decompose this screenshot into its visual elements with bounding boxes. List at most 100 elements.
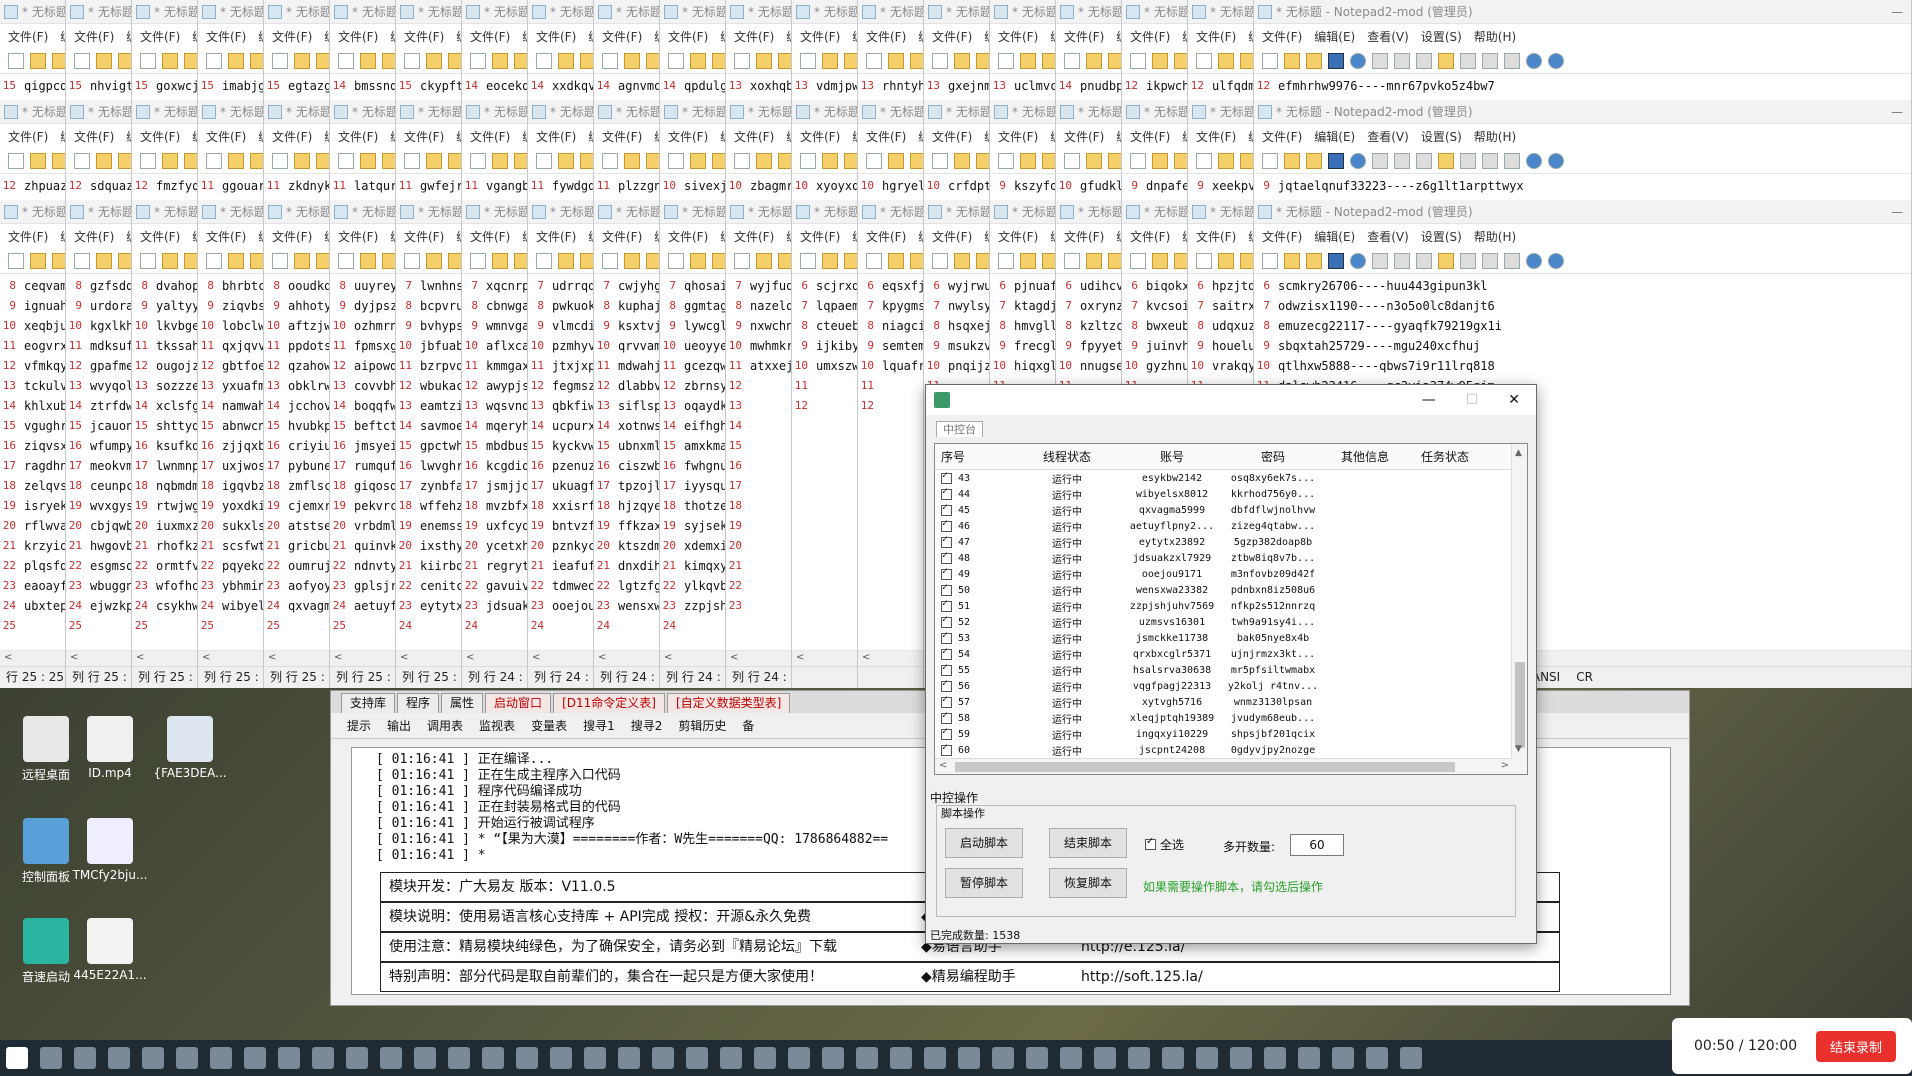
editor-text[interactable]: 14 eocekq — [462, 74, 527, 96]
new-file-icon[interactable] — [998, 252, 1014, 269]
menu-item[interactable]: 编 — [1050, 128, 1055, 145]
menu-item[interactable]: 文件(F) — [338, 228, 378, 245]
editor-text[interactable]: 8 uuyrey 9 dyjpsz 10 ozhmrn 11 fpmsxg 12 aipowd 13… — [330, 274, 395, 636]
editor-text[interactable]: 13 vdmjpw — [792, 74, 857, 96]
window-title[interactable]: * 无标题 — [0, 100, 65, 124]
horizontal-scrollbar[interactable]: < — [858, 650, 923, 666]
open-folder-icon[interactable] — [30, 52, 46, 69]
menu-item[interactable]: 文件(F) — [74, 128, 114, 145]
browse-icon[interactable] — [250, 52, 263, 69]
window-title[interactable]: * 无标题 — [330, 100, 395, 124]
menu-item[interactable]: 文件(F) — [206, 128, 246, 145]
menu-item[interactable]: 查看(V) — [1367, 128, 1409, 145]
notepad-window[interactable]: * 无标题文件(F)编8ooudkq9ahhoty10aftzjw11ppdot… — [264, 200, 330, 688]
menu-item[interactable]: 文件(F) — [140, 28, 180, 45]
new-file-icon[interactable] — [536, 252, 552, 269]
menu-item[interactable]: 文件(F) — [1130, 228, 1170, 245]
editor-text[interactable]: 11 ggouar — [198, 174, 263, 196]
row-checkbox[interactable] — [941, 486, 952, 500]
editor-text[interactable]: 7 qhosai 8 ggmtag 9 lywcgl 10 ueoyye 11 gcezqw 12 z… — [660, 274, 725, 636]
window-title[interactable]: * 无标题 — [198, 0, 263, 24]
menu-item[interactable]: 编 — [588, 128, 593, 145]
wrap-icon[interactable] — [1504, 252, 1520, 269]
browse-icon[interactable] — [1174, 252, 1187, 269]
menu-item[interactable]: 文件(F) — [8, 28, 48, 45]
new-file-icon[interactable] — [470, 52, 486, 69]
taskbar-app-icon[interactable] — [856, 1047, 878, 1069]
new-file-icon[interactable] — [1064, 252, 1080, 269]
browse-icon[interactable] — [514, 252, 527, 269]
open-folder-icon[interactable] — [162, 152, 178, 169]
column-header[interactable]: 密码 — [1221, 448, 1325, 465]
window-title[interactable]: * 无标题 — [792, 0, 857, 24]
scroll-left-icon[interactable]: < — [796, 652, 804, 663]
new-file-icon[interactable] — [404, 52, 420, 69]
ide-tab[interactable]: 支持库 — [341, 693, 396, 713]
open-folder-icon[interactable] — [624, 152, 640, 169]
save-icon[interactable] — [1328, 252, 1344, 269]
menu-item[interactable]: 编 — [324, 228, 329, 245]
menu-item[interactable]: 文件(F) — [1064, 128, 1104, 145]
new-file-icon[interactable] — [1196, 52, 1212, 69]
notepad-window[interactable]: * 无标题文件(F)编6eqsxfj7kpygms8niagci9semtem1… — [858, 200, 924, 688]
menu-item[interactable]: 编 — [60, 228, 65, 245]
menu-item[interactable]: 文件(F) — [74, 28, 114, 45]
new-file-icon[interactable] — [206, 52, 222, 69]
row-checkbox[interactable] — [941, 582, 952, 596]
new-file-icon[interactable] — [734, 152, 750, 169]
window-title[interactable]: * 无标题 — [264, 100, 329, 124]
editor-text[interactable]: 15 nhvigt — [66, 74, 131, 96]
notepad-window[interactable]: * 无标题文件(F)编14agnvmo — [594, 0, 660, 100]
menu-item[interactable]: 编 — [918, 228, 923, 245]
scroll-left-icon[interactable]: < — [400, 652, 408, 663]
taskbar-app-icon[interactable] — [482, 1047, 504, 1069]
menu-item[interactable]: 文件(F) — [602, 28, 642, 45]
ide-toolbar-item[interactable]: 搜寻2 — [631, 717, 663, 734]
scroll-left-icon[interactable]: < — [4, 652, 12, 663]
table-row[interactable]: 59运行中ingqxyi10229shpsjbf201qcix — [935, 726, 1527, 742]
open-folder-icon[interactable] — [426, 252, 442, 269]
taskbar-app-icon[interactable] — [1332, 1047, 1354, 1069]
column-header[interactable]: 其他信息 — [1325, 448, 1405, 465]
notepad-window[interactable]: * 无标题文件(F)编11zkdnyk — [264, 100, 330, 200]
menu-item[interactable]: 编 — [852, 228, 857, 245]
notepad-window[interactable]: * 无标题文件(F)编13rhntyh — [858, 0, 924, 100]
new-file-icon[interactable] — [8, 252, 24, 269]
menu-item[interactable]: 文件(F) — [272, 128, 312, 145]
menu-item[interactable]: 编 — [126, 28, 131, 45]
taskbar-app-icon[interactable] — [74, 1047, 96, 1069]
minimize-icon[interactable]: — — [1891, 5, 1911, 19]
menu-item[interactable]: 文件(F) — [404, 28, 444, 45]
menu-item[interactable]: 文件(F) — [1064, 228, 1104, 245]
menu-item[interactable]: 设置(S) — [1421, 28, 1462, 45]
horizontal-scrollbar[interactable]: < — [330, 650, 395, 666]
open-folder-icon[interactable] — [558, 252, 574, 269]
window-title[interactable]: * 无标题 — [858, 0, 923, 24]
window-title[interactable]: * 无标题 — [726, 100, 791, 124]
editor-text[interactable]: 15 ckypft — [396, 74, 461, 96]
open-folder-icon[interactable] — [96, 152, 112, 169]
notepad-window[interactable]: * 无标题文件(F)编8uuyrey9dyjpsz10ozhmrn11fpmsx… — [330, 200, 396, 688]
taskbar-app-icon[interactable] — [1400, 1047, 1422, 1069]
browse-icon[interactable] — [778, 52, 791, 69]
menu-item[interactable]: 文件(F) — [470, 228, 510, 245]
window-title[interactable]: * 无标题 — [132, 0, 197, 24]
zoom-out-icon[interactable] — [1548, 252, 1564, 269]
open-folder-icon[interactable] — [822, 52, 838, 69]
notepad-window[interactable]: * 无标题文件(F)编11ggouar — [198, 100, 264, 200]
row-checkbox[interactable] — [941, 742, 952, 756]
menu-item[interactable]: 帮助(H) — [1474, 128, 1516, 145]
browse-icon[interactable] — [1108, 252, 1121, 269]
notepad-window[interactable]: * 无标题文件(F)编12ulfqdm — [1188, 0, 1254, 100]
menu-item[interactable]: 编 — [720, 228, 725, 245]
menu-item[interactable]: 文件(F) — [800, 128, 840, 145]
hscroll-thumb[interactable] — [955, 762, 1455, 772]
window-title[interactable]: * 无标题 — [462, 0, 527, 24]
editor-text[interactable]: 6 scjrxd 7 lqpaem 8 cteueb 9 ijkiby 10 umxszw 11 12 — [792, 274, 857, 416]
window-title[interactable]: * 无标题 — [462, 100, 527, 124]
taskbar-app-icon[interactable] — [1162, 1047, 1184, 1069]
menu-item[interactable]: 编 — [192, 228, 197, 245]
new-file-icon[interactable] — [932, 52, 948, 69]
browse-icon[interactable] — [52, 252, 65, 269]
browse-icon[interactable] — [646, 252, 659, 269]
